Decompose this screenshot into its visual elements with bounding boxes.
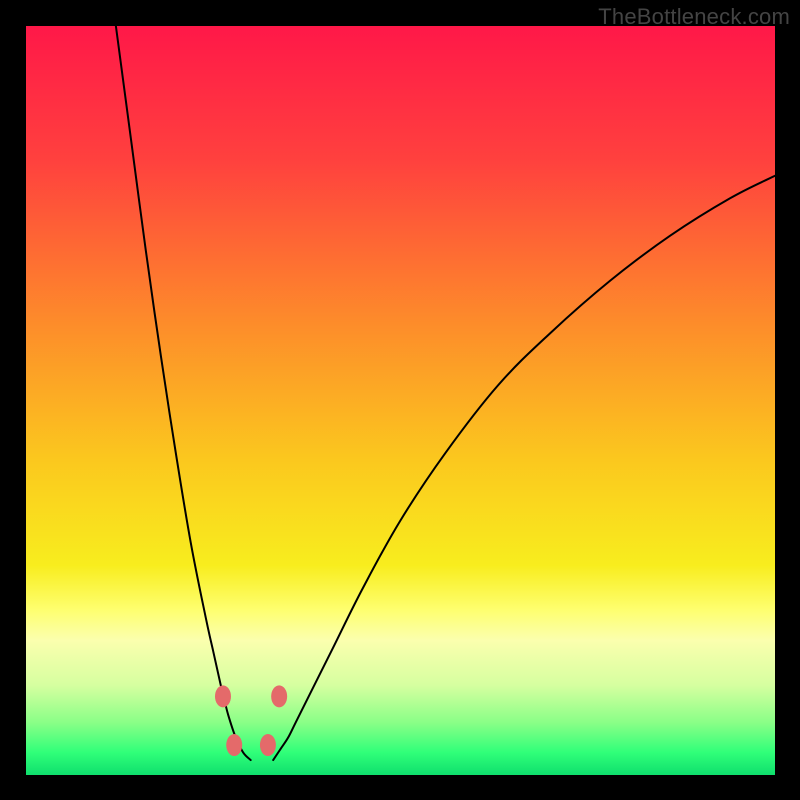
bottleneck-chart xyxy=(26,26,775,775)
chart-frame xyxy=(26,26,775,775)
marker-dot-1 xyxy=(271,685,287,707)
watermark-text: TheBottleneck.com xyxy=(598,4,790,30)
gradient-background xyxy=(26,26,775,775)
marker-dot-0 xyxy=(215,685,231,707)
marker-dot-2 xyxy=(226,734,242,756)
marker-dot-3 xyxy=(260,734,276,756)
